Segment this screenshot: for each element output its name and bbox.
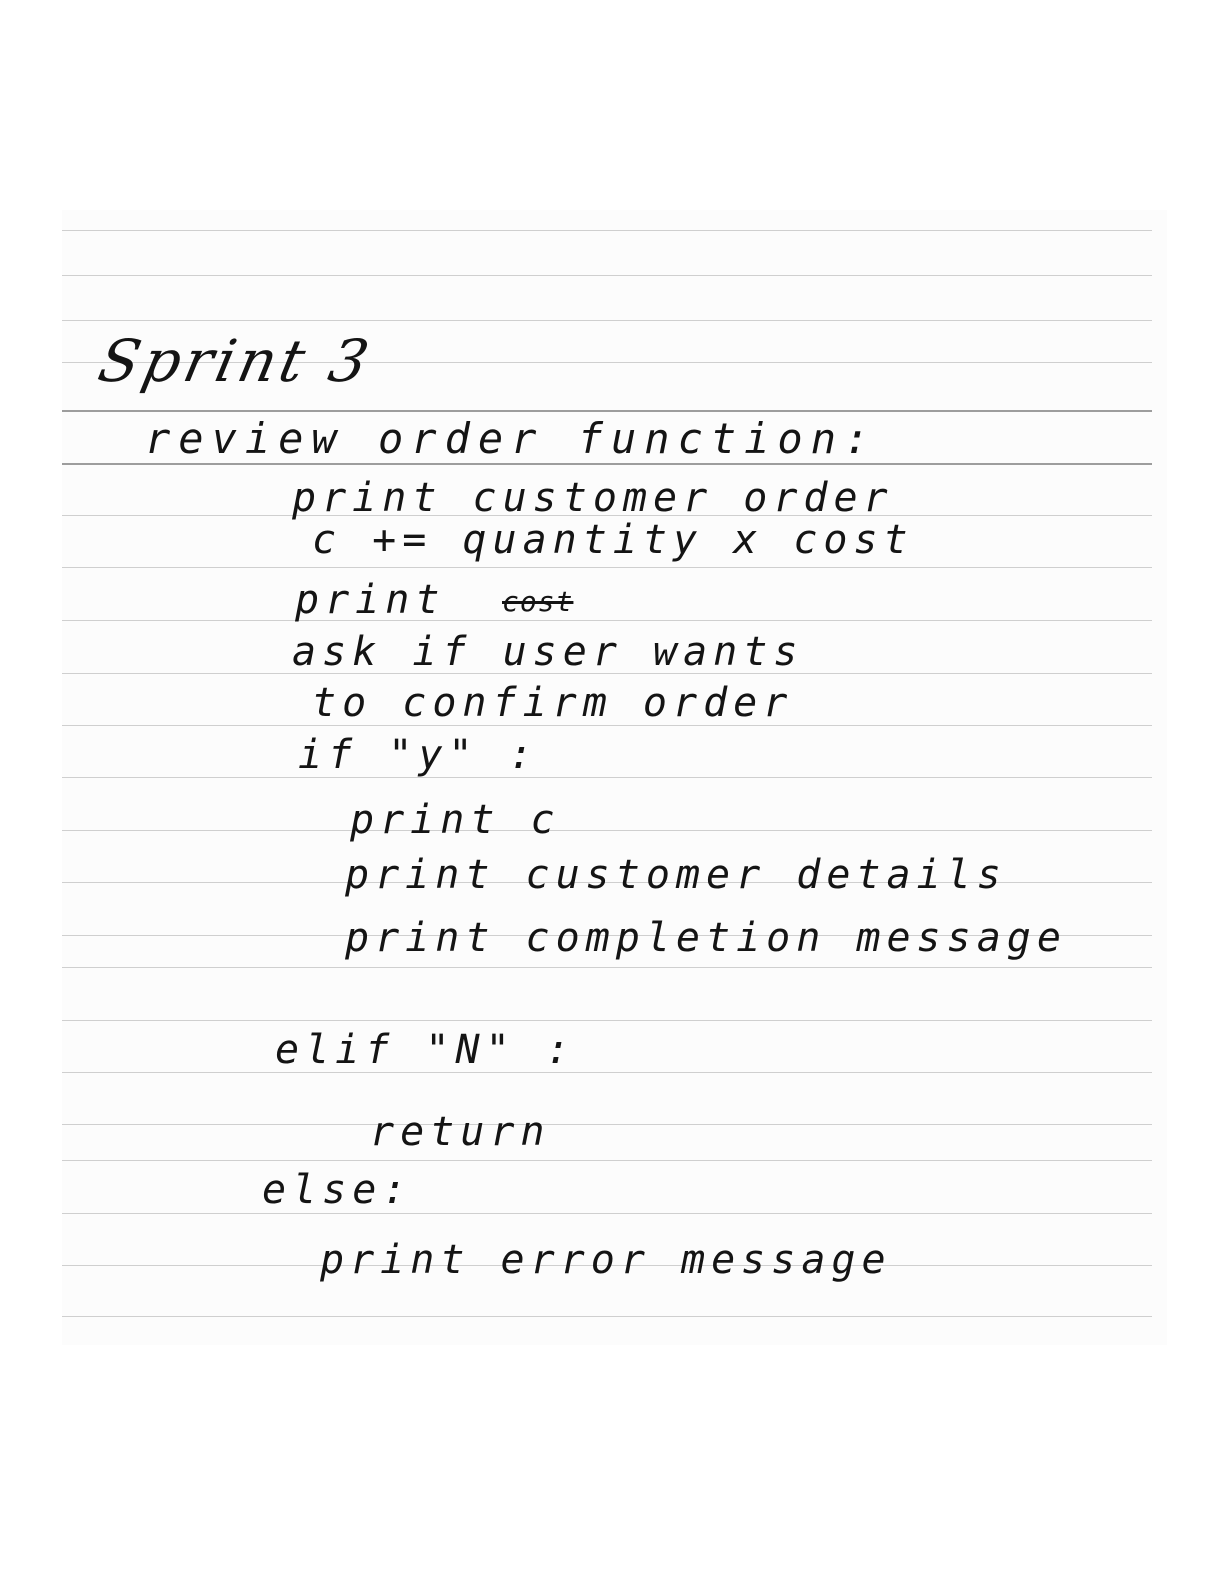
note-line: print [295, 577, 446, 623]
note-line: c += quantity x cost [312, 517, 914, 563]
crossed-out-word: cost [502, 585, 574, 618]
note-line: print customer details [345, 852, 1007, 898]
note-line: print error message [320, 1237, 892, 1283]
note-heading: review order function: [145, 414, 878, 463]
note-title: Sprint 3 [92, 327, 379, 395]
note-line: return [370, 1109, 551, 1155]
note-line: to confirm order [312, 680, 794, 726]
note-line: ask if user wants [292, 629, 804, 675]
note-line: else: [262, 1167, 413, 1213]
note-line: print completion message [345, 915, 1067, 961]
note-line: if "y" : [298, 732, 539, 778]
note-line: print customer order [292, 475, 894, 521]
note-line: print c [350, 797, 561, 843]
note-line: elif "N" : [275, 1027, 576, 1073]
